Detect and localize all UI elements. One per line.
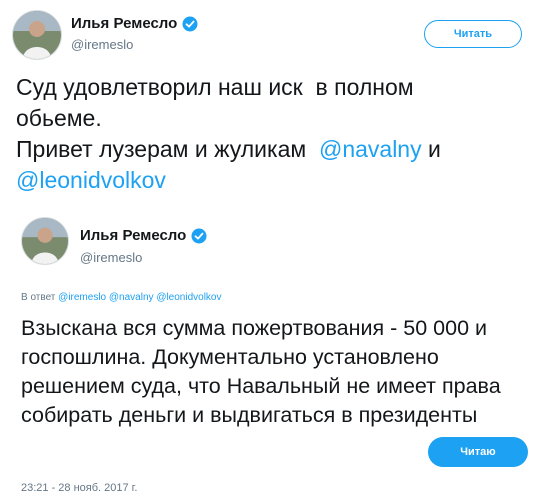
handle[interactable]: @iremeslo bbox=[71, 37, 133, 52]
following-button[interactable]: Читаю bbox=[428, 437, 528, 467]
outer-tweet: Илья Ремесло @iremeslo Читать Суд удовле… bbox=[0, 0, 544, 200]
reply-mention[interactable]: @navalny bbox=[109, 292, 154, 303]
verified-badge-icon bbox=[191, 228, 207, 244]
mention-link[interactable]: @navalny bbox=[319, 136, 422, 162]
mention-link[interactable]: @leonidvolkov bbox=[16, 167, 166, 193]
follow-button[interactable]: Читать bbox=[424, 20, 522, 48]
tweet-text-joiner: и bbox=[421, 136, 441, 162]
reply-to-line: В ответ @iremeslo @navalny @leonidvolkov bbox=[21, 292, 222, 303]
display-name[interactable]: Илья Ремесло bbox=[71, 15, 177, 32]
tweet-text-line: обьеме. bbox=[16, 105, 102, 131]
verified-badge-icon bbox=[182, 16, 198, 32]
tweet-text-line: Привет лузерам и жуликам bbox=[16, 136, 313, 162]
name-row: Илья Ремесло bbox=[80, 227, 207, 244]
tweet-text: Суд удовлетворил наш иск в полном обьеме… bbox=[16, 72, 526, 196]
reply-mention[interactable]: @leonidvolkov bbox=[156, 292, 221, 303]
avatar[interactable] bbox=[21, 217, 69, 265]
quoted-tweet: Илья Ремесло @iremeslo Читаю В ответ @ir… bbox=[0, 210, 544, 500]
reply-mention[interactable]: @iremeslo bbox=[58, 292, 106, 303]
avatar[interactable] bbox=[12, 10, 62, 60]
handle[interactable]: @iremeslo bbox=[80, 250, 142, 265]
tweet-text: Взыскана вся сумма пожертвования - 50 00… bbox=[21, 316, 501, 427]
tweet-text-line: Суд удовлетворил наш иск в полном bbox=[16, 74, 414, 100]
display-name[interactable]: Илья Ремесло bbox=[80, 227, 186, 244]
timestamp[interactable]: 23:21 - 28 нояб. 2017 г. bbox=[21, 482, 137, 494]
reply-prefix: В ответ bbox=[21, 292, 56, 303]
name-row: Илья Ремесло bbox=[71, 15, 198, 32]
